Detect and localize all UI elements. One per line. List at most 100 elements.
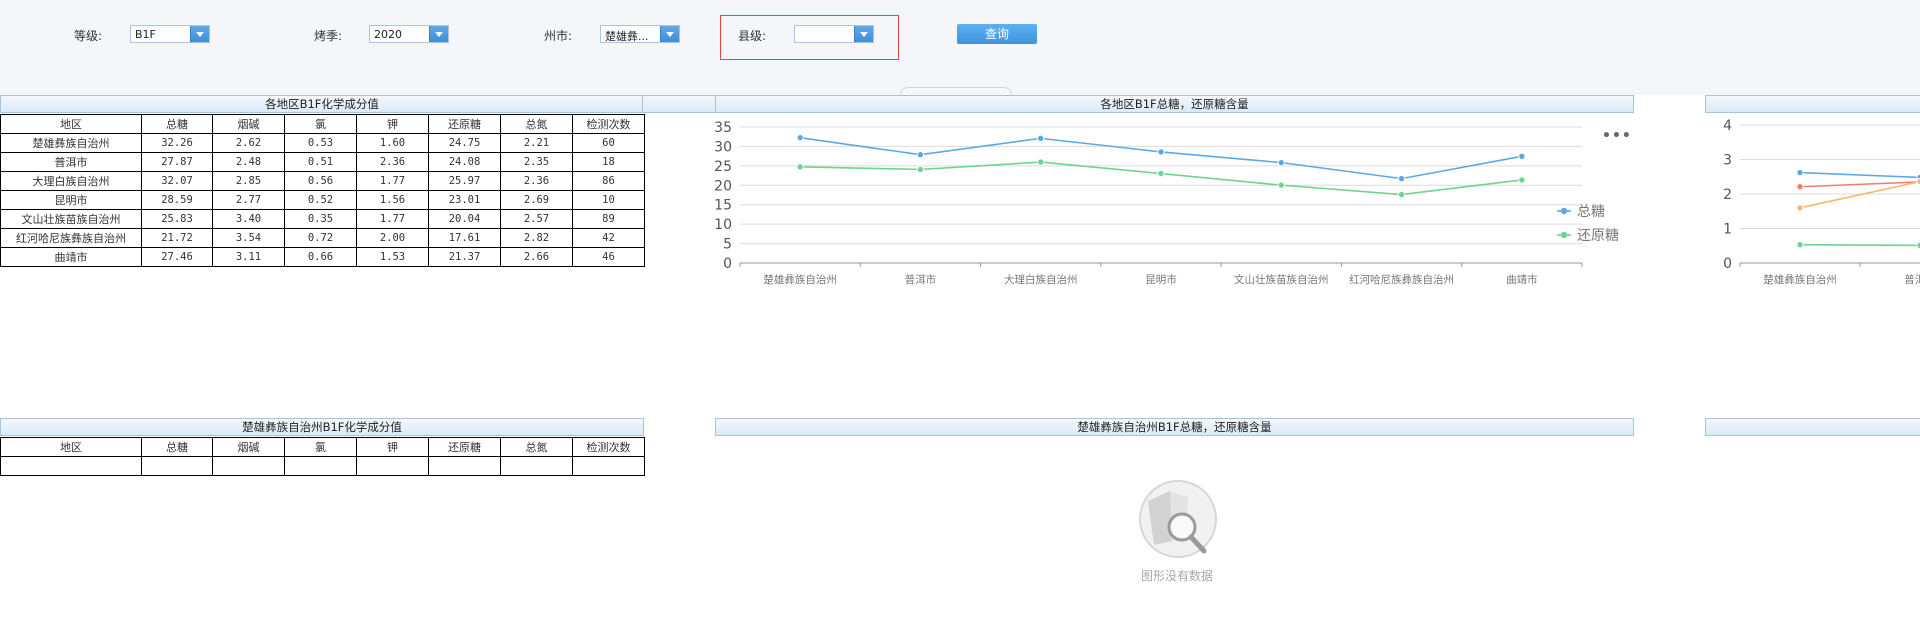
table-cell: 2.00: [356, 228, 429, 248]
y-tick-label: 0: [723, 256, 732, 272]
table-cell: 曲靖市: [0, 247, 142, 267]
table1-header-row: 地区 总糖 烟碱氯钾还原糖 总氮 检测次数: [0, 114, 645, 134]
table-cell: 3.54: [212, 228, 285, 248]
data-point: [1157, 169, 1165, 178]
table-cell: [284, 456, 357, 476]
column-header: 总糖: [141, 437, 213, 457]
chevron-down-icon[interactable]: [660, 26, 679, 42]
table-cell: 楚雄彝族自治州: [0, 133, 142, 153]
table2-header-row: 地区 总糖 烟碱氯钾还原糖 总氮 检测次数: [0, 437, 645, 457]
table1-title-extension: [642, 95, 716, 113]
table1-title: 各地区B1F化学成分值: [0, 95, 644, 113]
data-point: [1157, 148, 1165, 156]
table-cell: 2.35: [500, 152, 573, 172]
table1: 地区 总糖 烟碱氯钾还原糖 总氮 检测次数 楚雄彝族自治州 32.26 2.62 0.53 1.…: [0, 114, 645, 267]
x-tick-label: 曲靖市: [1506, 273, 1538, 286]
table-cell: 32.26: [141, 133, 213, 153]
table-cell: 0.52: [284, 190, 357, 210]
y-tick-label: 2: [1723, 187, 1732, 203]
table-cell: 2.82: [500, 228, 573, 248]
table-cell: 2.57: [500, 209, 573, 229]
city-select[interactable]: 楚雄彝...: [600, 25, 680, 43]
chevron-down-icon[interactable]: [854, 26, 873, 42]
column-header: 地区: [0, 437, 142, 457]
y-tick-label: 0: [1723, 256, 1732, 272]
table-cell: 普洱市: [0, 152, 142, 172]
table-cell: 2.36: [500, 171, 573, 191]
data-point: [1037, 134, 1045, 143]
table-row: 红河哈尼族彝族自治州 21.72 3.54 0.72 2.00 17.61 2.82 42: [0, 228, 645, 248]
table-cell: 25.97: [428, 171, 501, 191]
y-tick-label: 30: [715, 139, 732, 155]
table-cell: 2.48: [212, 152, 285, 172]
table-cell: 27.46: [141, 247, 213, 267]
column-header: 还原糖: [428, 114, 501, 134]
table-cell: 1.77: [356, 209, 429, 229]
grade-value: B1F: [135, 28, 156, 41]
season-value: 2020: [374, 28, 402, 41]
table-row: 文山壮族苗族自治州 25.83 3.40 0.35 1.77 20.04 2.57 89: [0, 209, 645, 229]
chart1-line-chart: 0 5 10 15 20 25 30 35 楚雄彝族自治州 普洱市 大理白族自治州 昆明市 文山壮族苗族…: [715, 120, 1619, 286]
y-tick-label: 10: [715, 217, 732, 233]
county-label: 县级:: [738, 29, 767, 43]
table-cell: 2.36: [356, 152, 429, 172]
county-select[interactable]: [794, 25, 874, 43]
data-point: [1796, 183, 1804, 191]
table-cell: 21.37: [428, 247, 501, 267]
table-cell: 42: [572, 228, 645, 248]
column-header: 地区: [0, 114, 142, 134]
table-cell: 25.83: [141, 209, 213, 229]
table-cell: 18: [572, 152, 645, 172]
table-cell: 2.62: [212, 133, 285, 153]
chevron-down-icon[interactable]: [190, 26, 209, 42]
grade-select[interactable]: B1F: [130, 25, 210, 43]
collapse-tab[interactable]: [900, 87, 1012, 95]
table-cell: 2.21: [500, 133, 573, 153]
data-point: [1796, 168, 1804, 177]
table-cell: 24.08: [428, 152, 501, 172]
data-point: [1277, 158, 1285, 167]
table-cell: 28.59: [141, 190, 213, 210]
season-select[interactable]: 2020: [369, 25, 449, 43]
chevron-down-icon[interactable]: [429, 26, 448, 42]
legend-label: 总糖: [1577, 204, 1605, 220]
table-cell: 32.07: [141, 171, 213, 191]
column-header: 总糖: [141, 114, 213, 134]
table-cell: 1.60: [356, 133, 429, 153]
x-tick-label: 大理白族自治州: [1004, 273, 1078, 286]
table-cell: 17.61: [428, 228, 501, 248]
table-cell: 大理白族自治州: [0, 171, 142, 191]
city-label: 州市:: [544, 29, 573, 43]
column-header: 检测次数: [572, 437, 645, 457]
chart2-title: 楚雄彝族自治州B1F总糖，还原糖含量: [715, 418, 1634, 436]
table-cell: 60: [572, 133, 645, 153]
table-row: 昆明市 28.59 2.77 0.52 1.56 23.01 2.69 10: [0, 190, 645, 210]
x-tick-label: 文山壮族苗族自治州: [1234, 273, 1329, 286]
chart4-title: [1705, 418, 1920, 436]
no-data-text: 图形没有数据: [1140, 569, 1213, 583]
column-header: 总氮: [500, 437, 573, 457]
y-tick-label: 15: [715, 198, 732, 214]
data-point: [916, 165, 925, 174]
season-label: 烤季:: [314, 29, 343, 43]
more-icon[interactable]: •••: [1602, 128, 1632, 144]
data-point: [916, 151, 925, 159]
x-tick-label: 普洱市: [1904, 273, 1920, 286]
table-cell: 0.53: [284, 133, 357, 153]
query-button[interactable]: 查询: [957, 24, 1037, 44]
y-tick-label: 4: [1723, 118, 1732, 134]
column-header: 总氮: [500, 114, 573, 134]
table-cell: 24.75: [428, 133, 501, 153]
x-tick-label: 楚雄彝族自治州: [1763, 273, 1837, 286]
table-cell: 0.72: [284, 228, 357, 248]
table-cell: 0.35: [284, 209, 357, 229]
table-cell: 27.87: [141, 152, 213, 172]
table-cell: [0, 456, 142, 476]
table-cell: 2.85: [212, 171, 285, 191]
table-cell: 0.66: [284, 247, 357, 267]
table-cell: 3.40: [212, 209, 285, 229]
series-line: [1799, 171, 1920, 179]
table-row: 曲靖市 27.46 3.11 0.66 1.53 21.37 2.66 46: [0, 247, 645, 267]
chart3-line-chart: 0 1 2 3 4 楚雄彝族自治州 普洱市: [1723, 118, 1920, 286]
table-cell: [356, 456, 429, 476]
